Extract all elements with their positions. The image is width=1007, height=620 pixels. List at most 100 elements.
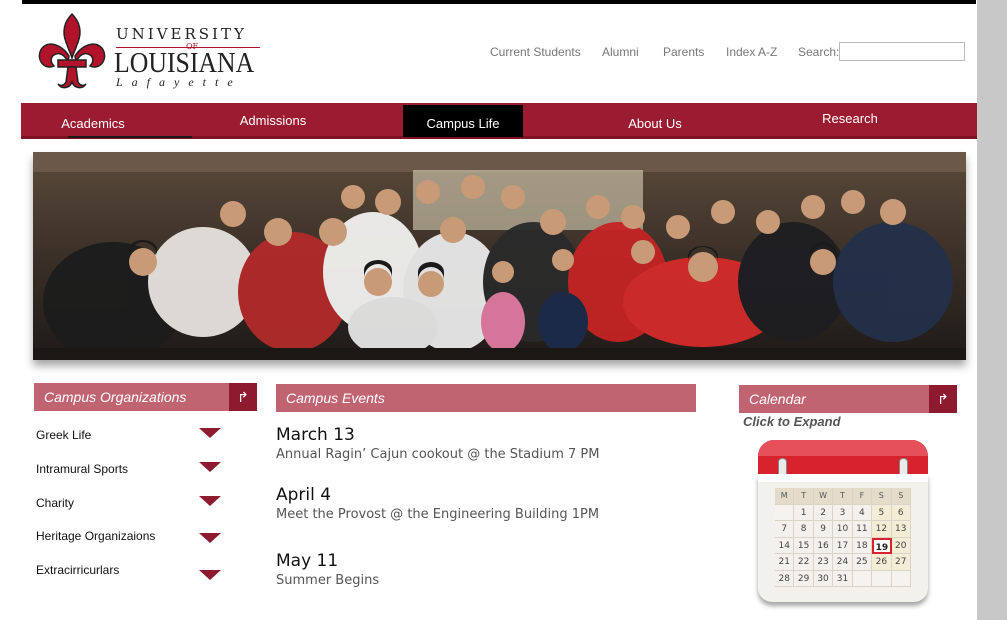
return-arrow-icon[interactable]: ↱: [929, 385, 957, 413]
calendar-week-row: 7 8 9 10 11 12 13: [775, 521, 911, 538]
nav-research[interactable]: Research: [800, 101, 900, 137]
calendar-header-row: MTWTFSS: [775, 488, 911, 505]
calendar-day-cell[interactable]: 29: [794, 570, 814, 587]
calendar-day-cell[interactable]: 12: [872, 521, 892, 538]
calendar-day-cell[interactable]: 13: [891, 521, 911, 538]
calendar-day-cell: [852, 570, 873, 587]
calendar-day-cell: [891, 570, 911, 587]
calendar-day-cell[interactable]: 11: [852, 521, 873, 538]
calendar-day-header: S: [872, 488, 892, 505]
calendar-day-cell[interactable]: 22: [794, 554, 814, 571]
calendar-day-cell[interactable]: 14: [775, 537, 795, 554]
calendar-week-row: 28 29 30 31: [775, 570, 911, 587]
calendar-day-cell[interactable]: 27: [891, 554, 911, 571]
nav-underline: [68, 136, 192, 138]
calendar-day-cell[interactable]: 10: [833, 521, 853, 538]
triangle-down-icon[interactable]: [199, 496, 221, 506]
triangle-down-icon[interactable]: [199, 570, 221, 580]
calendar-day-cell[interactable]: 17: [833, 537, 853, 554]
org-item-charity[interactable]: Charity: [36, 494, 226, 514]
calendar-day-header: T: [794, 488, 814, 505]
calendar-day-cell[interactable]: 8: [794, 521, 814, 538]
event-description[interactable]: Meet the Provost @ the Engineering Build…: [276, 507, 599, 522]
calendar-day-cell[interactable]: 30: [813, 570, 834, 587]
calendar-day-cell[interactable]: 15: [794, 537, 814, 554]
calendar-day-header: S: [891, 488, 911, 505]
events-title: Campus Events: [286, 390, 385, 406]
link-alumni[interactable]: Alumni: [602, 45, 639, 59]
main-nav: Academics Admissions Campus Life About U…: [21, 103, 977, 139]
calendar-day-cell[interactable]: 1: [794, 504, 814, 521]
calendar-title: Calendar: [749, 391, 806, 407]
org-item-heritage[interactable]: Heritage Organizaions: [36, 527, 226, 547]
calendar-widget[interactable]: M T W T F S S 1 2 3 4 5 6 7 8 9 10 11 12 13 14 15 16 17 18 19 20 21…: [758, 440, 930, 608]
triangle-down-icon[interactable]: [199, 533, 221, 543]
event-date: May 11: [276, 551, 339, 571]
page: UNIVERSITY OF LOUISIANA Lafayette Curren…: [0, 0, 1007, 620]
calendar-expand-hint[interactable]: Click to Expand: [743, 414, 841, 429]
top-rule: [22, 0, 976, 4]
calendar-day-cell[interactable]: 25: [852, 554, 873, 571]
event-date: April 4: [276, 485, 332, 505]
calendar-day-cell[interactable]: 4: [852, 504, 873, 521]
calendar-day-cell[interactable]: 6: [891, 504, 911, 521]
calendar-day-header: T: [833, 488, 853, 505]
calendar-day-cell[interactable]: 2: [813, 504, 834, 521]
calendar-day-cell: [775, 504, 795, 521]
calendar-day-cell[interactable]: 26: [872, 554, 892, 571]
event-date: March 13: [276, 425, 355, 445]
link-index-a-z[interactable]: Index A-Z: [726, 45, 777, 59]
org-item-intramural-sports[interactable]: Intramural Sports: [36, 460, 226, 480]
calendar-day-cell[interactable]: 24: [833, 554, 853, 571]
calendar-day-cell[interactable]: 28: [775, 570, 795, 587]
organizations-title: Campus Organizations: [44, 389, 187, 405]
page-gutter: [977, 0, 1007, 620]
logo-lafayette-text: Lafayette: [116, 75, 242, 89]
calendar-day-cell: [872, 570, 892, 587]
triangle-down-icon[interactable]: [199, 462, 221, 472]
org-item-greek-life[interactable]: Greek Life: [36, 426, 226, 446]
calendar-day-cell[interactable]: 7: [775, 521, 795, 538]
events-header: Campus Events: [276, 384, 696, 412]
utility-links: Current Students Alumni Parents Index A-…: [0, 42, 1007, 61]
nav-about-us[interactable]: About Us: [605, 105, 705, 141]
calendar-day-cell[interactable]: 9: [813, 521, 834, 538]
hero-photo: [33, 152, 966, 360]
calendar-shine: [758, 440, 928, 456]
calendar-tear: [758, 474, 928, 482]
org-item-label: Extracirricurlars: [36, 563, 120, 577]
calendar-day-cell[interactable]: 5: [872, 504, 892, 521]
org-item-label: Greek Life: [36, 428, 92, 442]
link-parents[interactable]: Parents: [663, 45, 704, 59]
calendar-day-cell[interactable]: 21: [775, 554, 795, 571]
event-description[interactable]: Summer Begins: [276, 573, 379, 588]
return-arrow-icon[interactable]: ↱: [229, 383, 257, 411]
calendar-day-header: F: [852, 488, 873, 505]
org-item-label: Charity: [36, 496, 75, 510]
calendar-day-cell[interactable]: 31: [833, 570, 853, 587]
search-label: Search:: [798, 45, 840, 59]
organizations-header: Campus Organizations ↱: [34, 383, 257, 411]
logo-university-text: UNIVERSITY: [116, 25, 247, 43]
org-item-label: Heritage Organizaions: [36, 529, 156, 543]
calendar-day-cell[interactable]: 20: [891, 537, 911, 554]
calendar-week-row: 14 15 16 17 18 19 20: [775, 537, 911, 554]
calendar-week-row: 21 22 23 24 25 26 27: [775, 554, 911, 571]
search-input[interactable]: [839, 42, 965, 61]
calendar-day-cell[interactable]: 18: [852, 537, 873, 554]
calendar-week-row: 123456: [775, 504, 911, 521]
calendar-day-cell[interactable]: 16: [813, 537, 834, 554]
org-item-extracurriculars[interactable]: Extracirricurlars: [36, 561, 226, 581]
calendar-grid: M T W T F S S 1 2 3 4 5 6 7 8 9 10 11 12 13 14 15 16 17 18 19 20 21…: [775, 488, 911, 587]
calendar-day-cell[interactable]: 23: [813, 554, 834, 571]
calendar-day-cell[interactable]: 3: [833, 504, 853, 521]
calendar-day-header: W: [813, 488, 834, 505]
nav-admissions[interactable]: Admissions: [223, 103, 323, 139]
org-item-label: Intramural Sports: [36, 462, 129, 476]
group-photo-image: [33, 152, 966, 360]
link-current-students[interactable]: Current Students: [490, 45, 581, 59]
triangle-down-icon[interactable]: [199, 428, 221, 438]
nav-campus-life[interactable]: Campus Life: [403, 105, 523, 137]
calendar-today-cell[interactable]: 19: [872, 537, 892, 554]
event-description[interactable]: Annual Ragin’ Cajun cookout @ the Stadiu…: [276, 447, 599, 462]
